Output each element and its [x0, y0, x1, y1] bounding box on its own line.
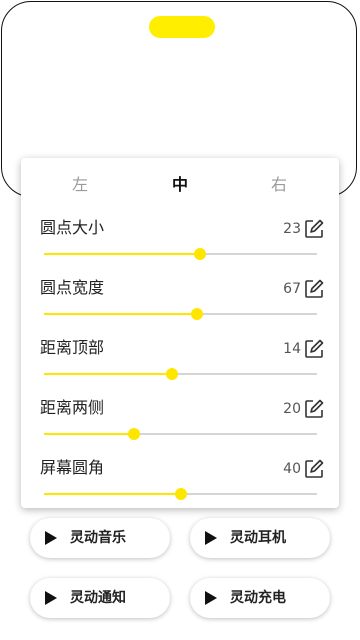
button-label: 灵动音乐 [70, 530, 126, 546]
setting-row-dot-size: 圆点大小 23 [21, 218, 339, 276]
play-icon [205, 531, 217, 545]
slider-thumb[interactable] [190, 308, 203, 320]
setting-label: 圆点大小 [40, 218, 105, 237]
slider-fill [44, 373, 173, 375]
button-label: 灵动耳机 [230, 530, 286, 546]
tab-right[interactable]: 右 [249, 174, 309, 196]
setting-value: 40 [283, 461, 301, 477]
setting-value: 14 [283, 341, 301, 357]
tab-center[interactable]: 中 [150, 174, 210, 196]
setting-row-top-distance: 距离顶部 14 [21, 338, 339, 396]
setting-value: 67 [283, 281, 301, 297]
music-button[interactable]: 灵动音乐 [30, 518, 170, 558]
position-tabs: 左 中 右 [21, 174, 339, 196]
tab-left[interactable]: 左 [50, 174, 110, 196]
slider-thumb[interactable] [174, 488, 187, 500]
edit-icon[interactable] [303, 218, 325, 240]
slider-track[interactable] [44, 488, 317, 500]
setting-label: 距离两侧 [40, 398, 105, 417]
edit-icon[interactable] [303, 458, 325, 480]
notification-button[interactable]: 灵动通知 [30, 578, 170, 618]
setting-value: 20 [283, 401, 301, 417]
edit-icon[interactable] [303, 338, 325, 360]
play-icon [205, 591, 217, 605]
slider-track[interactable] [44, 248, 317, 260]
earphones-button[interactable]: 灵动耳机 [190, 518, 330, 558]
slider-fill [44, 313, 197, 315]
slider-thumb[interactable] [166, 368, 179, 380]
setting-row-screen-radius: 屏幕圆角 40 [21, 458, 339, 516]
slider-track[interactable] [44, 308, 317, 320]
charging-button[interactable]: 灵动充电 [190, 578, 330, 618]
slider-fill [44, 493, 181, 495]
slider-track[interactable] [44, 368, 317, 380]
slider-fill [44, 433, 135, 435]
settings-panel: 左 中 右 圆点大小 23 圆点宽度 67 距离顶部 14 距离两侧 20 屏幕… [21, 158, 339, 508]
setting-label: 距离顶部 [40, 338, 105, 357]
play-icon [45, 591, 57, 605]
setting-row-side-distance: 距离两侧 20 [21, 398, 339, 456]
setting-value: 23 [283, 221, 301, 237]
slider-track[interactable] [44, 428, 317, 440]
play-icon [45, 531, 57, 545]
edit-icon[interactable] [303, 398, 325, 420]
setting-label: 屏幕圆角 [40, 458, 105, 477]
slider-fill [44, 253, 200, 255]
slider-thumb[interactable] [128, 428, 141, 440]
dynamic-island-pill [149, 16, 215, 38]
button-label: 灵动通知 [70, 590, 126, 606]
setting-label: 圆点宽度 [40, 278, 105, 297]
setting-row-dot-width: 圆点宽度 67 [21, 278, 339, 336]
edit-icon[interactable] [303, 278, 325, 300]
slider-thumb[interactable] [193, 248, 206, 260]
button-label: 灵动充电 [230, 590, 286, 606]
